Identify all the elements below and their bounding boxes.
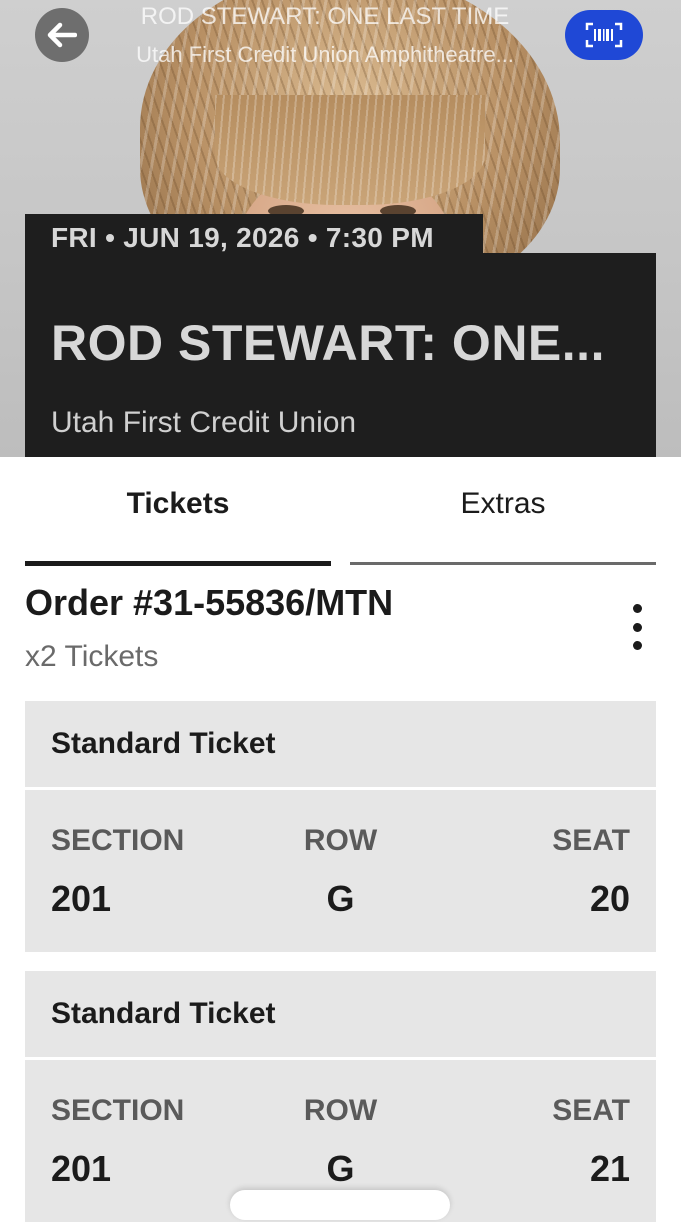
header-event-title: ROD STEWART: ONE LAST TIME <box>140 3 510 30</box>
tab-active-indicator <box>25 561 331 566</box>
seat-value: 20 <box>589 878 630 919</box>
seat-label: SEAT <box>552 824 630 857</box>
seat-value: 21 <box>589 1148 630 1189</box>
back-button[interactable] <box>35 8 89 62</box>
tab-indicator <box>350 562 656 565</box>
tab-tickets-label: Tickets <box>126 487 230 520</box>
event-hero: ROD STEWART: ONE LAST TIME Utah First Cr… <box>0 0 681 457</box>
more-vertical-icon <box>632 604 642 650</box>
ticket-count: x2 Tickets <box>25 640 159 673</box>
ticket-card-details: SECTION ROW SEAT 201 G 20 <box>25 790 656 952</box>
event-title: ROD STEWART: ONE... <box>51 315 605 371</box>
tab-extras-label: Extras <box>460 487 546 520</box>
event-date: FRI • JUN 19, 2026 • 7:30 PM <box>51 222 434 253</box>
order-number: Order #31-55836/MTN <box>25 582 394 623</box>
header-venue: Utah First Credit Union Amphitheatre... <box>136 42 514 67</box>
bottom-sheet-handle[interactable] <box>230 1190 450 1220</box>
scan-tickets-button[interactable] <box>565 10 643 60</box>
seat-label: SEAT <box>552 1094 630 1127</box>
row-value: G <box>326 1148 355 1189</box>
tab-extras[interactable]: Extras <box>350 457 656 567</box>
ticket-type: Standard Ticket <box>51 727 276 760</box>
row-value: G <box>326 878 355 919</box>
artist-hair <box>215 95 485 205</box>
ticket-type: Standard Ticket <box>51 997 276 1030</box>
tab-tickets[interactable]: Tickets <box>25 457 331 567</box>
barcode-scan-icon <box>585 22 623 48</box>
order-menu-button[interactable] <box>622 604 652 650</box>
ticket-card-header: Standard Ticket <box>25 701 656 787</box>
arrow-left-icon <box>47 22 77 48</box>
event-venue: Utah First Credit Union <box>51 406 357 439</box>
ticket-card-header: Standard Ticket <box>25 971 656 1057</box>
